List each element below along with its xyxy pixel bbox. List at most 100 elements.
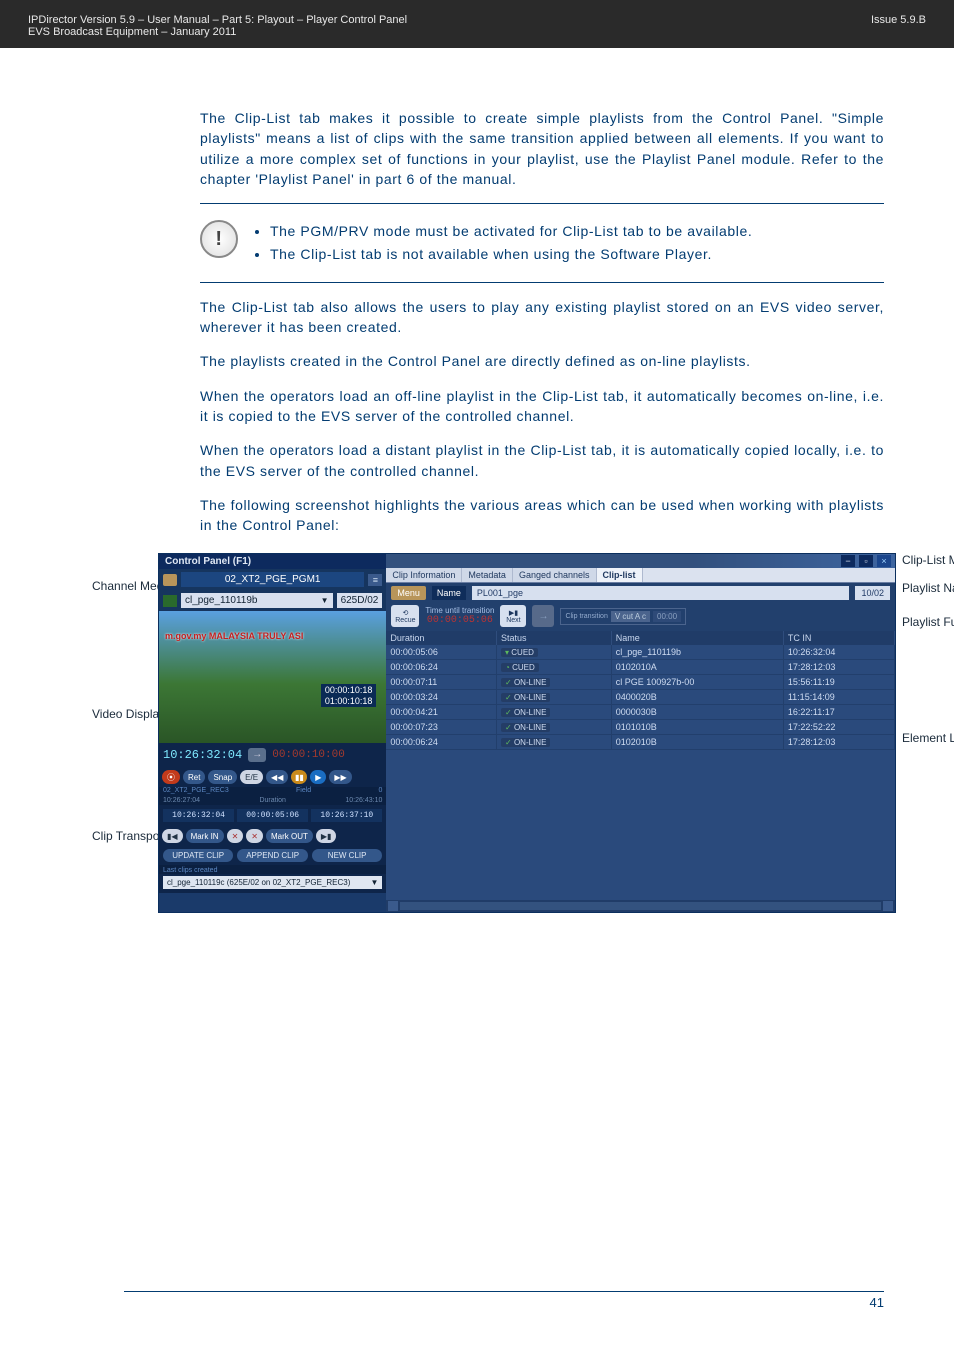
close-button[interactable]: × xyxy=(877,555,891,567)
fast-forward-button[interactable]: ▶▶ xyxy=(329,770,351,784)
cell-name: 0000030B xyxy=(611,705,783,720)
table-row[interactable]: 00:00:04:21ON-LINE0000030B16:22:11:17 xyxy=(386,705,894,720)
note-bullet: The Clip-List tab is not available when … xyxy=(270,244,752,264)
playlist-name-label: Name xyxy=(432,586,466,600)
mark-out-button[interactable]: Mark OUT xyxy=(266,829,313,843)
play-button[interactable]: ▶ xyxy=(310,770,326,784)
table-row[interactable]: 00:00:06:24ON-LINE0102010B17:28:12:03 xyxy=(386,735,894,750)
menu-icon[interactable]: ≡ xyxy=(368,574,382,586)
transition-type[interactable]: V cut A c xyxy=(611,611,650,622)
cell-tc-in: 11:15:14:09 xyxy=(783,690,894,705)
recue-label: Recue xyxy=(395,617,415,624)
col-duration[interactable]: Duration xyxy=(386,631,496,645)
col-tc-in[interactable]: TC IN xyxy=(783,631,894,645)
transition-duration[interactable]: 00:00 xyxy=(653,611,681,622)
video-tc-overlay: 00:00:10:18 01:00:10:18 xyxy=(321,684,377,708)
element-list-empty-area xyxy=(386,750,895,900)
cell-status: CUED xyxy=(497,645,612,660)
status-badge: CUED xyxy=(501,648,538,657)
goto-in-button[interactable]: ▮◀ xyxy=(162,829,183,843)
loaded-clip-field[interactable]: cl_pge_110119b ▼ xyxy=(181,593,333,608)
clip-op-buttons: UPDATE CLIP APPEND CLIP NEW CLIP xyxy=(159,846,386,865)
mark-dur[interactable]: 00:00:05:06 xyxy=(237,809,308,822)
header-left: IPDirector Version 5.9 – User Manual – P… xyxy=(28,14,407,38)
marks-hdr-out: 10:26:43:10 xyxy=(345,797,382,804)
maximize-button[interactable]: ▫ xyxy=(859,555,873,567)
clip-transition-label: Clip transition xyxy=(565,613,607,620)
page-number: 41 xyxy=(124,1291,884,1310)
paragraph: The Clip-List tab also allows the users … xyxy=(200,297,884,338)
cell-status: ON-LINE xyxy=(497,735,612,750)
cell-tc-in: 17:22:52:22 xyxy=(783,720,894,735)
skip-button[interactable]: → xyxy=(532,605,554,627)
table-row[interactable]: 00:00:07:11ON-LINEcl PGE 100927b-0015:56… xyxy=(386,675,894,690)
new-clip-button[interactable]: NEW CLIP xyxy=(312,849,382,862)
recue-icon: ⟲ xyxy=(402,609,408,617)
cell-name: 0400020B xyxy=(611,690,783,705)
callout-playlist-functions: Playlist Functions xyxy=(902,615,954,630)
tab-ganged-channels[interactable]: Ganged channels xyxy=(513,568,597,582)
last-clip-field[interactable]: cl_pge_110119c (625E/02 on 02_XT2_PGE_RE… xyxy=(163,876,382,889)
clip-transition-group: Clip transition V cut A c 00:00 xyxy=(560,608,686,625)
tab-metadata[interactable]: Metadata xyxy=(462,568,513,582)
next-button[interactable]: ▶▮ Next xyxy=(500,605,526,627)
running-header: IPDirector Version 5.9 – User Manual – P… xyxy=(0,0,954,48)
note-list: The PGM/PRV mode must be activated for C… xyxy=(252,218,752,268)
channel-name[interactable]: 02_XT2_PGE_PGM1 xyxy=(181,572,364,587)
cell-duration: 00:00:07:23 xyxy=(386,720,496,735)
table-row[interactable]: 00:00:07:23ON-LINE0101010B17:22:52:22 xyxy=(386,720,894,735)
playlist-header: Menu Name PL001_pge 10/02 xyxy=(386,583,895,603)
ret-button[interactable]: Ret xyxy=(183,770,205,784)
cell-tc-in: 17:28:12:03 xyxy=(783,735,894,750)
home-icon[interactable] xyxy=(163,574,177,586)
table-row[interactable]: 00:00:05:06CUEDcl_pge_110119b10:26:32:04 xyxy=(386,645,894,660)
paragraph: The following screenshot highlights the … xyxy=(200,495,884,536)
pause-button[interactable]: ▮▮ xyxy=(291,770,307,784)
last-clips-label: Last clips created xyxy=(159,865,386,874)
paragraph: The playlists created in the Control Pan… xyxy=(200,351,884,371)
append-clip-button[interactable]: APPEND CLIP xyxy=(237,849,307,862)
update-clip-button[interactable]: UPDATE CLIP xyxy=(163,849,233,862)
snap-button[interactable]: Snap xyxy=(208,770,237,784)
field-label: Field xyxy=(296,787,311,794)
callout-clip-transport: Clip Transport Functions xyxy=(92,829,154,844)
cell-status: ON-LINE xyxy=(497,690,612,705)
table-row[interactable]: 00:00:03:24ON-LINE0400020B11:15:14:09 xyxy=(386,690,894,705)
marks-header: 10:26:27:04 Duration 10:26:43:10 xyxy=(159,796,386,805)
scroll-left-icon[interactable] xyxy=(388,901,398,911)
tab-clip-list[interactable]: Clip-list xyxy=(597,568,643,582)
clip-icon xyxy=(163,595,177,607)
chevron-down-icon[interactable]: ▼ xyxy=(370,878,378,887)
clear-in-button[interactable]: ✕ xyxy=(227,829,244,843)
minimize-button[interactable]: − xyxy=(841,555,855,567)
rewind-button[interactable]: ◀◀ xyxy=(266,770,288,784)
table-row[interactable]: 00:00:06:24CUED0102010A17:28:12:03 xyxy=(386,660,894,675)
scroll-track[interactable] xyxy=(400,902,881,910)
scroll-right-icon[interactable] xyxy=(883,901,893,911)
goto-out-button[interactable]: ▶▮ xyxy=(316,829,337,843)
chevron-down-icon[interactable]: ▼ xyxy=(321,596,329,605)
mark-out-tc[interactable]: 10:26:37:10 xyxy=(311,809,382,822)
playlist-name-field[interactable]: PL001_pge xyxy=(472,586,850,600)
mark-in-tc[interactable]: 10:26:32:04 xyxy=(163,809,234,822)
clear-out-button[interactable]: ✕ xyxy=(246,829,263,843)
cell-duration: 00:00:06:24 xyxy=(386,660,496,675)
horizontal-scrollbar[interactable] xyxy=(386,900,895,912)
clip-list-menu-button[interactable]: Menu xyxy=(391,586,426,600)
tc-direction-icon[interactable]: → xyxy=(248,748,266,762)
rec-channel-label: 02_XT2_PGE_REC3 xyxy=(163,787,229,794)
cell-name: cl_pge_110119b xyxy=(611,645,783,660)
tab-clip-information[interactable]: Clip Information xyxy=(386,568,462,582)
col-status[interactable]: Status xyxy=(497,631,612,645)
mark-in-button[interactable]: Mark IN xyxy=(186,829,224,843)
clip-code: 625D/02 xyxy=(337,593,383,608)
ee-button[interactable]: E/E xyxy=(240,770,263,784)
col-name[interactable]: Name xyxy=(611,631,783,645)
recue-button[interactable]: ⟲ Recue xyxy=(391,605,419,627)
video-banner: m.gov.my MALAYSIA TRULY ASI xyxy=(165,631,303,641)
camera-button[interactable]: ⦿ xyxy=(162,770,180,784)
control-panel-left-pane: Control Panel (F1) 02_XT2_PGE_PGM1 ≡ cl_… xyxy=(159,554,386,912)
cell-duration: 00:00:06:24 xyxy=(386,735,496,750)
video-display[interactable]: m.gov.my MALAYSIA TRULY ASI 00:00:10:18 … xyxy=(159,611,386,743)
cell-status: CUED xyxy=(497,660,612,675)
